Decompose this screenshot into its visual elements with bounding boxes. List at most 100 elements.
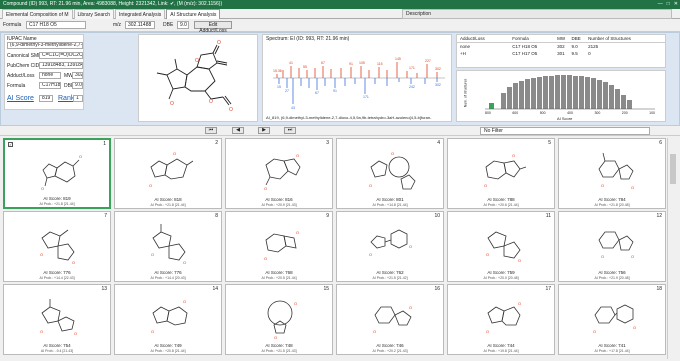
svg-text:27: 27: [285, 89, 289, 93]
maximize-icon[interactable]: □: [667, 0, 670, 9]
svg-text:O: O: [373, 329, 376, 334]
svg-text:O: O: [294, 301, 297, 306]
mw-field[interactable]: 302: [72, 72, 83, 79]
svg-text:O: O: [264, 186, 267, 191]
spectrum-chart: 15.36 41 55 67 91 105 115 145 171 227 302 15 27 43…: [273, 57, 445, 110]
dbe-field[interactable]: 9.0: [177, 21, 189, 29]
svg-text:O: O: [274, 335, 277, 340]
candidate-card[interactable]: 11 OO AI Score: 759 AI Prob.: +20.0 [20.…: [447, 211, 555, 282]
candidate-card[interactable]: 3 OO AI Score: 816 AI Prob.: +20.9 [21.4…: [225, 138, 333, 209]
adduct-field[interactable]: none: [39, 72, 61, 79]
mz-label: m/z: [113, 22, 122, 28]
svg-text:O: O: [41, 186, 44, 191]
iupac-field[interactable]: (6,9-dimethyl-3-methylidene-2,7-dioxo-4,…: [7, 42, 83, 49]
checkbox[interactable]: ✓: [8, 142, 13, 147]
dbe-info-field[interactable]: 9.0: [72, 82, 83, 89]
edit-adduct-loss-button[interactable]: Edit Adduct/Loss: [194, 21, 232, 34]
tab-description[interactable]: Description: [402, 9, 672, 19]
structure-thumbnail: OO: [369, 229, 412, 257]
svg-text:15.36: 15.36: [273, 69, 282, 73]
adduct-label: Adduct/Loss: [7, 73, 35, 79]
candidate-card[interactable]: 8 OO AI Score: 776 AI Prob.: +14.4 [20.4…: [114, 211, 222, 282]
structure-thumbnail: OO: [369, 151, 416, 190]
svg-text:O: O: [512, 153, 515, 158]
svg-text:15: 15: [277, 85, 281, 89]
filter-select[interactable]: No Filter: [480, 127, 650, 135]
formula-bar: Formula C17 H18 O5 m/z 302.11488 DBE 9.0…: [0, 19, 680, 34]
next-page-button[interactable]: ▶: [258, 127, 270, 134]
candidate-card[interactable]: ✓ 1 OO AI Score: 819 AI Prob.: +21.8 [21…: [3, 138, 111, 209]
ai-score-field: 819: [39, 95, 53, 102]
candidate-card[interactable]: 14 OO AI Score: 749 AI Prob.: +20.8 [21.…: [114, 284, 222, 355]
svg-text:55: 55: [303, 65, 307, 69]
svg-text:O: O: [183, 260, 186, 265]
candidate-card[interactable]: 9 OO AI Score: 768 AI Prob.: +20.5 [21.4…: [225, 211, 333, 282]
candidate-grid: ✓ 1 OO AI Score: 819 AI Prob.: +21.8 [21…: [3, 138, 666, 359]
svg-text:171: 171: [363, 95, 369, 99]
candidate-card[interactable]: 7 OO AI Score: 776 AI Prob.: +14.4 [22.4…: [3, 211, 111, 282]
svg-text:O: O: [296, 153, 299, 158]
svg-text:67: 67: [315, 91, 319, 95]
structure-thumbnail: OO: [40, 229, 75, 265]
svg-text:O: O: [409, 244, 412, 249]
mz-field[interactable]: 302.11488: [125, 21, 155, 29]
svg-text:O: O: [484, 183, 487, 188]
candidate-card[interactable]: 18 OO AI Score: 741 AI Prob.: +17.8 [21.…: [558, 284, 666, 355]
svg-text:O: O: [151, 252, 154, 257]
svg-text:O: O: [170, 101, 174, 107]
scrollbar-thumb[interactable]: [670, 154, 676, 184]
structure-thumbnail: OO: [373, 305, 412, 334]
candidate-card[interactable]: 4 OO AI Score: 801 AI Prob.: +14.8 [21.4…: [336, 138, 444, 209]
structure-thumbnail: OO: [486, 231, 521, 263]
svg-text:242: 242: [409, 85, 415, 89]
tab-library-search[interactable]: Library Search: [73, 9, 115, 19]
table-row[interactable]: +H C17 H17 O5 301 9.5 0: [457, 50, 665, 57]
formula-field[interactable]: C17 H18 O5: [26, 21, 86, 29]
candidate-card[interactable]: 15 OO AI Score: 748 AI Prob.: +21.5 [21.…: [225, 284, 333, 355]
candidate-card[interactable]: 16 OO AI Score: 746 AI Prob.: +20.2 [21.…: [336, 284, 444, 355]
svg-text:O: O: [601, 183, 604, 188]
structure-thumbnail: OO: [149, 151, 194, 188]
rank-field: 1: [73, 95, 83, 102]
candidate-card[interactable]: 12 OO AI Score: 756 AI Prob.: +21.9 [20.…: [558, 211, 666, 282]
tab-elemental-composition[interactable]: Elemental Composition of M: [2, 9, 73, 19]
svg-text:O: O: [74, 331, 77, 336]
pubchem-field[interactable]: 13918483, 13918484: [39, 62, 83, 69]
col-adduct: Adduct/Loss: [460, 36, 485, 41]
svg-text:O: O: [631, 185, 634, 190]
tab-integrated-analysis[interactable]: Integrated Analysis: [115, 9, 166, 19]
candidate-card[interactable]: 2 OO AI Score: 818 AI Prob.: +21.8 [21.4…: [114, 138, 222, 209]
candidate-card[interactable]: 13 OO AI Score: 754 AI Prob.: -9.4 [21.4…: [3, 284, 111, 355]
histogram-bars: [485, 75, 655, 110]
candidate-card[interactable]: 17 OO AI Score: 744 AI Prob.: +19.8 [21.…: [447, 284, 555, 355]
spectrum-bottom-peak: 43: [291, 106, 295, 110]
table-row[interactable]: none C17 H18 O5 302 9.0 2125: [457, 43, 665, 51]
structure-thumbnail: OO: [264, 230, 299, 261]
close-icon[interactable]: ✕: [674, 0, 678, 9]
minimize-icon[interactable]: —: [658, 0, 663, 9]
candidate-card[interactable]: 5 OO AI Score: 788 AI Prob.: +20.6 [21.4…: [447, 138, 555, 209]
svg-text:O: O: [209, 99, 213, 105]
svg-text:O: O: [195, 58, 199, 64]
svg-text:67: 67: [321, 61, 325, 65]
candidate-card[interactable]: 10 OO AI Score: 762 AI Prob.: +21.5 [21.…: [336, 211, 444, 282]
formula-info-field[interactable]: C17H18O5: [39, 82, 61, 89]
structure-thumbnail: OO: [593, 304, 636, 334]
candidate-card[interactable]: 6 OO AI Score: 784 AI Prob.: +21.8 [20.4…: [558, 138, 666, 209]
svg-text:O: O: [149, 183, 152, 188]
prev-page-button[interactable]: ◀: [232, 127, 244, 134]
histogram-ticks: 800 600 500 400 300 200 100: [485, 111, 655, 115]
structure-thumbnail: OO: [598, 152, 634, 190]
first-page-button[interactable]: ⏮: [205, 127, 217, 134]
spectrum-view: Spectrum: EI (ID: 993, RT: 21.96 min) 15…: [262, 34, 452, 122]
last-page-button[interactable]: ⏭: [284, 127, 296, 134]
svg-text:91: 91: [333, 89, 337, 93]
grid-scrollbar[interactable]: [667, 138, 677, 359]
rank-label: Rank: [58, 95, 75, 102]
structure-thumbnail: OO: [267, 300, 297, 340]
tab-ai-structure-analysis[interactable]: AI Structure Analysis: [166, 9, 221, 19]
smiles-field[interactable]: C=C1C(=O)OC2C3C(C)=CC(=O)C3(C)C(OC(C)=O)…: [39, 52, 83, 59]
svg-text:O: O: [40, 252, 43, 257]
structure-thumbnail: OO: [486, 301, 521, 334]
svg-text:91: 91: [349, 62, 353, 66]
